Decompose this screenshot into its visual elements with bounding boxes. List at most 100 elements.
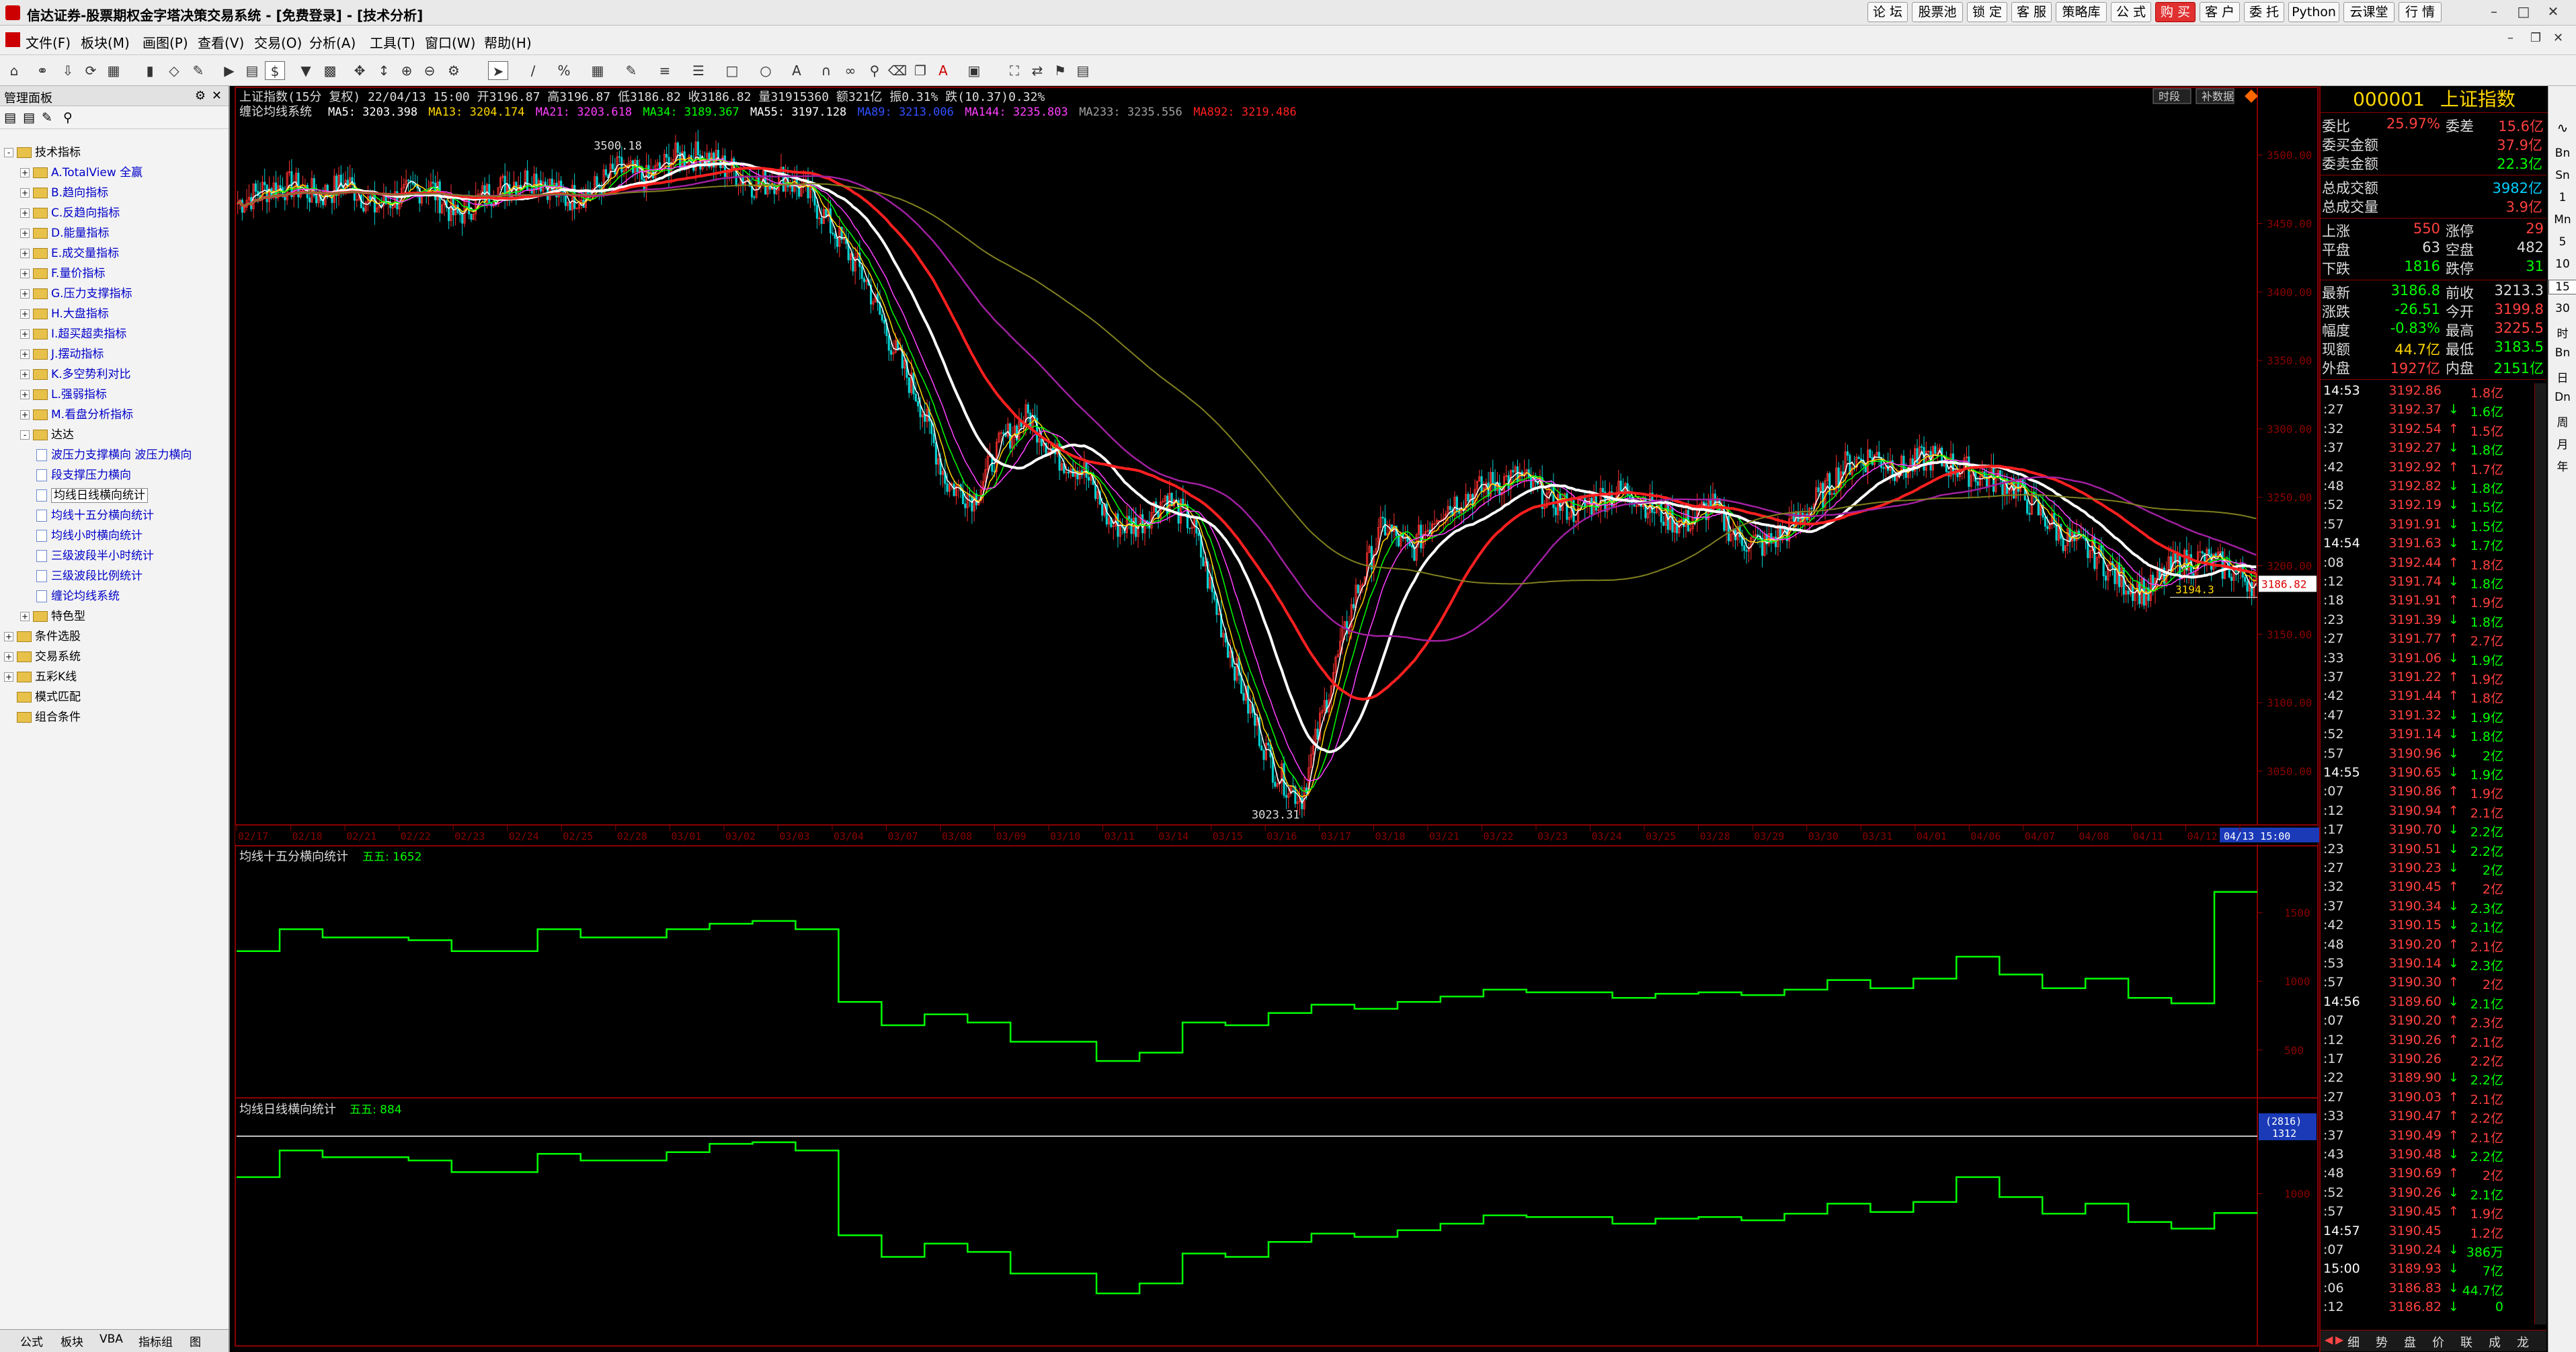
refresh-icon[interactable]: ⟳ (81, 61, 101, 80)
flag-icon[interactable]: ⚑ (1050, 61, 1070, 80)
expand-icon[interactable]: + (20, 188, 30, 198)
tick-scrollbar[interactable] (2534, 383, 2546, 1324)
menu-item-6[interactable]: 工具(T) (370, 32, 415, 52)
tree-item[interactable]: + I.超买超卖指标 (20, 324, 126, 344)
chart-type-icon[interactable]: ∿ (2548, 120, 2576, 136)
magnet-icon[interactable]: ∩ (816, 61, 836, 80)
period-0[interactable]: Bn (2548, 147, 2576, 160)
mark-icon[interactable]: ⛶ (1004, 61, 1024, 80)
top-button-10[interactable]: 云课堂 (2343, 2, 2394, 22)
tree-item[interactable]: 均线日线横向统计 (36, 485, 148, 506)
notes-icon[interactable]: ▤ (242, 61, 262, 80)
period-6[interactable]: 15 (2548, 280, 2576, 294)
top-button-1[interactable]: 股票池 (1912, 2, 1963, 22)
close-button[interactable]: ✕ (2540, 3, 2567, 22)
expand-icon[interactable]: + (20, 350, 30, 359)
circle-icon[interactable]: ○ (756, 61, 776, 80)
download-icon[interactable]: ⇩ (58, 61, 78, 80)
fill-icon[interactable]: ▣ (964, 61, 984, 80)
settings-icon[interactable]: ⚙ (444, 61, 464, 80)
quote-tab-4[interactable]: 联 (2460, 1333, 2472, 1351)
tab-prev-icon[interactable]: ◀ (2325, 1333, 2333, 1346)
tree-item[interactable]: 均线十五分横向统计 (36, 506, 154, 526)
open-icon[interactable]: ▤ (23, 110, 35, 125)
text-icon[interactable]: A (787, 61, 807, 80)
expand-icon[interactable]: + (20, 168, 30, 177)
tree-item[interactable]: 三级波段比例统计 (36, 566, 143, 586)
edit-formula-icon[interactable]: ✎ (42, 110, 52, 125)
lines-icon[interactable]: ☰ (688, 61, 709, 80)
chain-icon[interactable]: ∞ (840, 61, 860, 80)
grid-icon[interactable]: ▦ (104, 61, 124, 80)
period-10[interactable]: 日 (2548, 368, 2576, 385)
quote-tab-0[interactable]: 细 (2347, 1333, 2360, 1351)
pin-icon[interactable]: ⚙ (195, 89, 206, 103)
tree-item[interactable]: + 条件选股 (4, 627, 81, 647)
zoom-in-icon[interactable]: ⊕ (397, 61, 417, 80)
top-button-9[interactable]: Python (2288, 2, 2339, 22)
quote-tab-5[interactable]: 成 (2489, 1333, 2501, 1351)
tree-item[interactable]: 缠论均线系统 (36, 586, 120, 606)
more-icon[interactable]: ▤ (1073, 61, 1093, 80)
mdi-close-button[interactable]: ✕ (2553, 31, 2563, 45)
period-7[interactable]: 30 (2548, 302, 2576, 315)
menu-item-2[interactable]: 画图(P) (143, 32, 188, 52)
tree-item[interactable]: + D.能量指标 (20, 223, 110, 243)
panel-tab-3[interactable]: 指标组 (138, 1333, 173, 1349)
menu-item-5[interactable]: 分析(A) (309, 32, 356, 52)
panel-tab-4[interactable]: 图 (190, 1333, 201, 1349)
period-12[interactable]: 周 (2548, 413, 2576, 430)
quote-tab-1[interactable]: 势 (2376, 1333, 2388, 1351)
tree-item[interactable]: + 五彩K线 (4, 667, 77, 687)
tree-item[interactable]: + M.看盘分析指标 (20, 405, 133, 425)
color-icon[interactable]: A (933, 61, 953, 80)
pen-icon[interactable]: ✎ (621, 61, 641, 80)
top-button-4[interactable]: 策略库 (2056, 2, 2107, 22)
tree-item[interactable]: + F.量价指标 (20, 264, 105, 284)
tree-item[interactable]: + C.反趋向指标 (20, 203, 120, 223)
expand-icon[interactable]: + (4, 632, 13, 641)
menu-item-4[interactable]: 交易(O) (254, 32, 302, 52)
tree-item[interactable]: - 技术指标 (4, 143, 81, 163)
expand-icon[interactable]: + (4, 672, 13, 682)
search-icon[interactable]: ⚲ (63, 110, 73, 125)
tree-item[interactable]: + J.摆动指标 (20, 344, 104, 364)
tree-item[interactable]: 均线小时横向统计 (36, 526, 143, 546)
tree-item[interactable]: + H.大盘指标 (20, 304, 109, 324)
period-5[interactable]: 10 (2548, 257, 2576, 271)
expand-icon[interactable]: + (20, 612, 30, 621)
maximize-button[interactable]: □ (2510, 3, 2537, 22)
tree-item[interactable]: + E.成交量指标 (20, 243, 119, 264)
top-button-0[interactable]: 论 坛 (1867, 2, 1908, 22)
diamond-icon[interactable]: ◇ (164, 61, 184, 80)
tab-next-icon[interactable]: ▶ (2335, 1333, 2343, 1346)
top-button-3[interactable]: 客 服 (2011, 2, 2052, 22)
period-13[interactable]: 月 (2548, 435, 2576, 452)
menu-item-7[interactable]: 窗口(W) (425, 32, 475, 52)
tree-item[interactable]: + L.强弱指标 (20, 385, 107, 405)
top-button-7[interactable]: 客 户 (2200, 2, 2240, 22)
tree-item[interactable]: + B.趋向指标 (20, 183, 108, 203)
top-button-5[interactable]: 公 式 (2111, 2, 2151, 22)
tree-item[interactable]: 模式匹配 (4, 687, 81, 707)
tree-item[interactable]: 组合条件 (4, 707, 81, 727)
tree-item[interactable]: + 交易系统 (4, 647, 81, 667)
period-14[interactable]: 年 (2548, 457, 2576, 474)
link-icon[interactable]: ⚭ (32, 61, 52, 80)
period-1[interactable]: Sn (2548, 169, 2576, 182)
zoom-out-icon[interactable]: ⊖ (419, 61, 440, 80)
expand-icon[interactable]: - (20, 430, 30, 440)
quote-tab-3[interactable]: 价 (2432, 1333, 2444, 1351)
quote-tab-6[interactable]: 龙 (2517, 1333, 2529, 1351)
tree-item[interactable]: - 达达 (20, 425, 74, 445)
period-9[interactable]: Bn (2548, 346, 2576, 360)
panel-tab-0[interactable]: 公式 (20, 1333, 43, 1349)
tree-item[interactable]: 三级波段半小时统计 (36, 546, 154, 566)
tree-item[interactable]: 波压力支撑横向 波压力横向 (36, 445, 192, 465)
panel-tab-1[interactable]: 板块 (61, 1333, 83, 1349)
arrows-icon[interactable]: ⇄ (1027, 61, 1047, 80)
menu-item-8[interactable]: 帮助(H) (484, 32, 532, 52)
minimize-button[interactable]: – (2481, 3, 2507, 22)
period-8[interactable]: 时 (2548, 324, 2576, 341)
period-3[interactable]: Mn (2548, 213, 2576, 227)
